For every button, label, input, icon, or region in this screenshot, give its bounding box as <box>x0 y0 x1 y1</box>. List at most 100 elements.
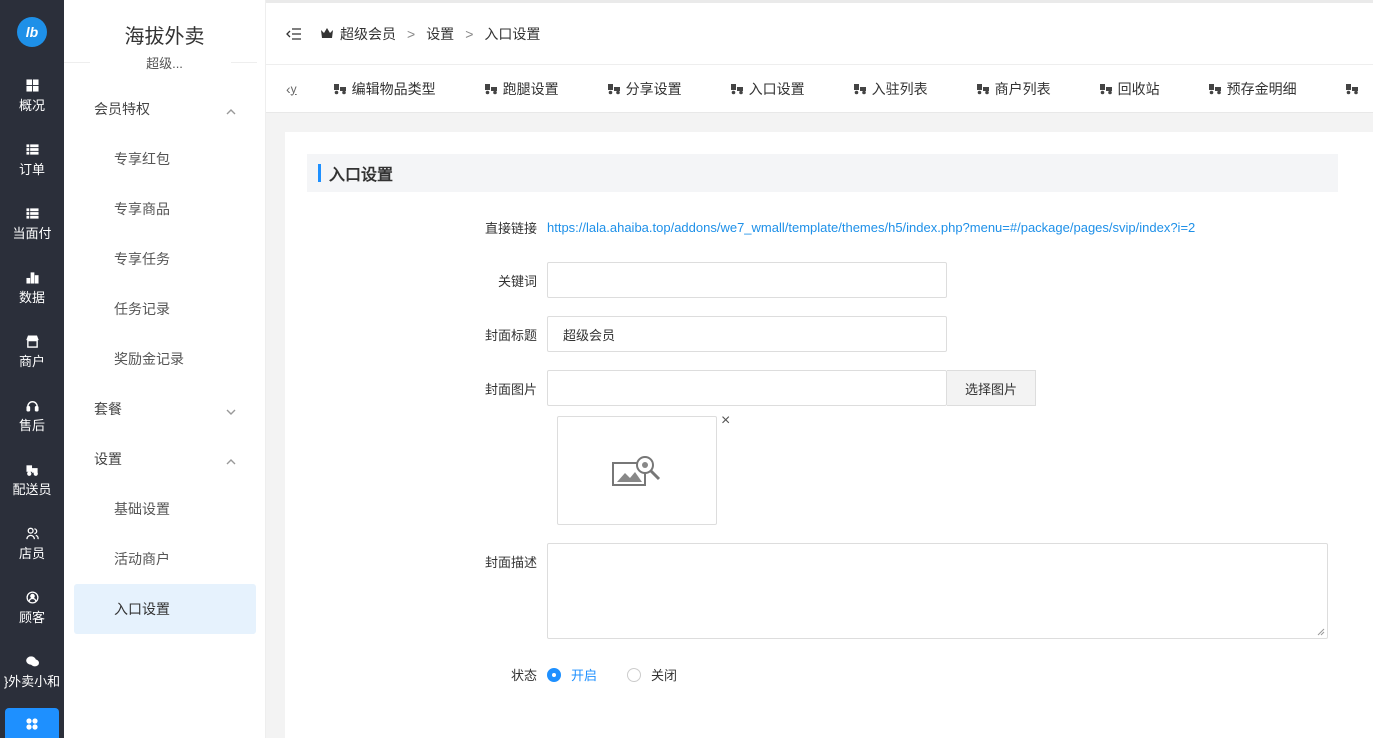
tab-share-settings[interactable]: 分享设置 <box>607 79 682 99</box>
resize-grip-icon[interactable] <box>1317 628 1325 636</box>
nav-item-merchants[interactable]: 商户 <box>0 320 64 384</box>
tab-recycle-bin[interactable]: 回收站 <box>1099 79 1160 99</box>
delivery-icon <box>607 82 622 95</box>
nav-item-label: 售后 <box>18 418 45 433</box>
sidebar-item-exclusive-tasks[interactable]: 专享任务 <box>74 234 256 284</box>
nav-item-data[interactable]: 数据 <box>0 256 64 320</box>
delivery-icon <box>333 82 348 95</box>
breadcrumb-separator: > <box>407 25 416 42</box>
breadcrumb-separator: > <box>465 25 474 42</box>
menu-group-settings[interactable]: 设置 <box>74 434 256 484</box>
secondary-sidebar: 海拔外卖 超级... 会员特权 专享红包 专享商品 专享任务 任务记录 奖励金记… <box>64 0 266 738</box>
status-off-label[interactable]: 关闭 <box>651 665 677 684</box>
menu-group-packages[interactable]: 套餐 <box>74 384 256 434</box>
delivery-icon <box>25 462 39 476</box>
cover-image-preview <box>557 416 717 525</box>
tab-deposit-details[interactable]: 预存金明细 <box>1208 79 1297 99</box>
nav-item-label: 当面付 <box>12 226 52 241</box>
nav-item-label: 订单 <box>18 162 45 177</box>
image-placeholder-icon <box>612 455 661 486</box>
delivery-icon <box>976 82 991 95</box>
crown-icon <box>320 26 340 42</box>
nav-item-label: 店员 <box>18 546 45 561</box>
cover-title-input[interactable]: 超级会员 <box>547 316 947 352</box>
tab-label: 编辑物品类型 <box>351 80 436 97</box>
tab-label: 预存金明细 <box>1226 80 1297 97</box>
cover-image-label: 封面图片 <box>484 382 537 397</box>
headset-icon <box>25 398 39 412</box>
chevron-up-icon <box>226 454 236 465</box>
delivery-icon <box>730 82 745 95</box>
delivery-icon <box>853 82 868 95</box>
nav-item-miniprogram[interactable]: }外卖小和 <box>0 640 64 704</box>
status-on-label[interactable]: 开启 <box>571 665 597 684</box>
main-nav-rail: lb 概况 订单 当面付 数据 商户 售后 配送员 店员 顾客}外卖小和 <box>0 0 64 738</box>
nav-item-couriers[interactable]: 配送员 <box>0 448 64 512</box>
cover-image-input[interactable] <box>547 370 947 406</box>
delivery-icon <box>484 82 499 95</box>
nav-item-label: 商户 <box>18 354 45 369</box>
select-image-button[interactable]: 选择图片 <box>947 370 1036 406</box>
nav-item-clerks[interactable]: 店员 <box>0 512 64 576</box>
tab-prev-label[interactable]: y <box>291 82 297 96</box>
top-bar: 超级会员 > 设置 > 入口设置 <box>266 0 1373 64</box>
chevron-up-icon <box>226 104 236 115</box>
menu-group-member-privileges[interactable]: 会员特权 <box>74 84 256 134</box>
sidebar-item-exclusive-redpacket[interactable]: 专享红包 <box>74 134 256 184</box>
tab-label: 跑腿设置 <box>502 80 559 97</box>
tab-settlement-list[interactable]: 入驻列表 <box>853 79 928 99</box>
nav-item-customers[interactable]: 顾客 <box>0 576 64 640</box>
apps-button[interactable] <box>5 708 59 738</box>
sidebar-item-active-merchants[interactable]: 活动商户 <box>74 534 256 584</box>
collapse-menu-icon[interactable] <box>286 27 302 41</box>
tab-edit-item-types[interactable]: 编辑物品类型 <box>333 79 436 99</box>
tab-merchant-list[interactable]: 商户列表 <box>976 79 1051 99</box>
sidebar-item-reward-records[interactable]: 奖励金记录 <box>74 334 256 384</box>
sidebar-item-entry-settings[interactable]: 入口设置 <box>74 584 256 634</box>
tab-errand-settings[interactable]: 跑腿设置 <box>484 79 559 99</box>
breadcrumb-item[interactable]: 超级会员 <box>340 24 396 44</box>
close-icon[interactable]: × <box>721 412 730 430</box>
sidebar-item-label: 奖励金记录 <box>114 351 184 367</box>
delivery-icon <box>1345 82 1360 95</box>
nav-item-after-sales[interactable]: 售后 <box>0 384 64 448</box>
sidebar-item-task-records[interactable]: 任务记录 <box>74 284 256 334</box>
tab-label: 商户列表 <box>994 80 1051 97</box>
app-logo[interactable]: lb <box>0 0 64 64</box>
sidebar-item-label: 入口设置 <box>114 601 170 617</box>
nav-item-face-pay[interactable]: 当面付 <box>0 192 64 256</box>
tab-entry-settings[interactable]: 入口设置 <box>730 79 805 99</box>
breadcrumb-item-current: 入口设置 <box>484 25 541 42</box>
menu-group-label: 套餐 <box>94 401 122 417</box>
status-off-radio[interactable] <box>627 667 642 682</box>
nav-item-label: }外卖小和 <box>3 674 61 689</box>
user-circle-icon <box>25 590 39 604</box>
status-on-radio[interactable] <box>547 667 561 682</box>
direct-link[interactable]: https://lala.ahaiba.top/addons/we7_wmall… <box>547 220 1195 235</box>
sidebar-item-basic-settings[interactable]: 基础设置 <box>74 484 256 534</box>
sidebar-item-label: 专享任务 <box>114 251 170 267</box>
status-radio-group: 开启 关闭 <box>547 665 707 684</box>
keyword-input[interactable] <box>547 262 947 298</box>
tabs-bar: ‹ y 编辑物品类型 跑腿设置 分享设置 入口设置 入驻列表 商户列表 回收站 … <box>266 64 1373 113</box>
form-row-keyword: 关键词 <box>285 262 947 298</box>
nav-item-label: 顾客 <box>18 610 45 625</box>
breadcrumb-item[interactable]: 设置 <box>426 24 454 44</box>
cover-desc-label: 封面描述 <box>484 555 537 570</box>
cover-desc-textarea[interactable] <box>547 543 1328 639</box>
nav-item-orders[interactable]: 订单 <box>0 128 64 192</box>
list-icon <box>25 206 39 220</box>
delivery-icon <box>1208 82 1223 95</box>
form-row-status: 状态 开启 关闭 <box>285 665 707 684</box>
logo-mark: lb <box>17 17 47 47</box>
tab-overflow[interactable] <box>1345 82 1364 95</box>
wechat-icon <box>25 654 39 668</box>
tab-label: 分享设置 <box>625 80 682 97</box>
content-panel: 入口设置 直接链接 https://lala.ahaiba.top/addons… <box>285 132 1373 738</box>
section-title: 入口设置 <box>329 167 394 184</box>
sidebar-item-exclusive-goods[interactable]: 专享商品 <box>74 184 256 234</box>
direct-link-label: 直接链接 <box>484 221 537 236</box>
nav-item-overview[interactable]: 概况 <box>0 64 64 128</box>
sidebar-item-label: 任务记录 <box>114 301 170 317</box>
form-row-cover-title: 封面标题 超级会员 <box>285 316 947 352</box>
